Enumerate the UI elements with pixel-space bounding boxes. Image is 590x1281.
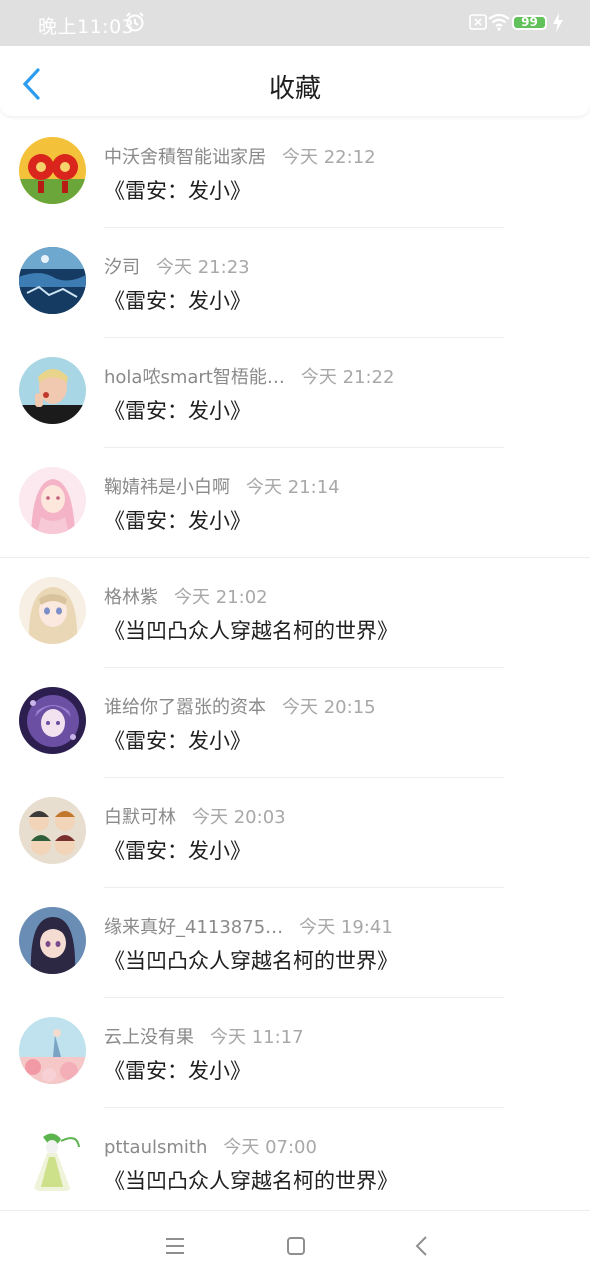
group-anime-avatar bbox=[19, 797, 86, 864]
user-name: 鞠婧祎是小白啊 bbox=[104, 477, 230, 498]
user-name: 云上没有果 bbox=[104, 1027, 194, 1048]
list-item[interactable]: 中沃舍積智能诎家居 今天 22:12 《雷安：发小》 bbox=[0, 118, 590, 228]
user-name: 缘来真好_4113875… bbox=[104, 917, 284, 938]
status-time: 晚上11:03 bbox=[38, 16, 135, 38]
blond-person-avatar bbox=[19, 357, 86, 424]
item-title: 《雷安：发小》 bbox=[104, 509, 251, 533]
list-item[interactable]: 白默可林 今天 20:03 《雷安：发小》 bbox=[0, 778, 590, 888]
user-name: 汐司 bbox=[104, 257, 140, 278]
item-user-name: 格林紫 今天 21:02 bbox=[104, 583, 268, 609]
item-user-name: hola哝smart智梧能… 今天 21:22 bbox=[104, 363, 394, 389]
header: 收藏 bbox=[0, 46, 590, 116]
anime-girl-avatar bbox=[19, 577, 86, 644]
item-time: 今天 22:12 bbox=[282, 147, 376, 168]
user-name: hola哝smart智梧能… bbox=[104, 367, 285, 388]
menu-icon[interactable] bbox=[164, 1236, 186, 1256]
user-name: pttaulsmith bbox=[104, 1137, 208, 1158]
item-title: 《雷安：发小》 bbox=[104, 399, 251, 423]
user-name: 格林紫 bbox=[104, 587, 158, 608]
list-item[interactable]: 缘来真好_4113875… 今天 19:41 《当凹凸众人穿越名柯的世界》 bbox=[0, 888, 590, 998]
item-user-name: 中沃舍積智能诎家居 今天 22:12 bbox=[104, 143, 376, 169]
page-title: 收藏 bbox=[268, 74, 321, 104]
item-title: 《雷安：发小》 bbox=[104, 289, 251, 313]
item-time: 今天 11:17 bbox=[210, 1027, 304, 1048]
list-item[interactable]: hola哝smart智梧能… 今天 21:22 《雷安：发小》 bbox=[0, 338, 590, 448]
home-icon[interactable] bbox=[286, 1236, 306, 1256]
item-user-name: 鞠婧祎是小白啊 今天 21:14 bbox=[104, 473, 340, 499]
dark-hair-anime-avatar bbox=[19, 907, 86, 974]
alarm-icon bbox=[126, 12, 144, 32]
list-item[interactable]: 谁给你了嚣张的资本 今天 20:15 《雷安：发小》 bbox=[0, 668, 590, 778]
item-time: 今天 21:22 bbox=[300, 367, 395, 388]
battery-icon: 99 bbox=[512, 15, 547, 30]
item-user-name: 白默可林 今天 20:03 bbox=[104, 803, 286, 829]
item-time: 今天 20:03 bbox=[192, 807, 286, 828]
user-name: 白默可林 bbox=[104, 807, 176, 828]
red-lanterns-avatar bbox=[19, 137, 86, 204]
status-bar: 晚上11:03 99 bbox=[0, 0, 590, 46]
item-time: 今天 21:02 bbox=[174, 587, 268, 608]
item-title: 《当凹凸众人穿越名柯的世界》 bbox=[104, 619, 398, 643]
item-time: 今天 21:14 bbox=[246, 477, 340, 498]
item-title: 《当凹凸众人穿越名柯的世界》 bbox=[104, 949, 398, 973]
favorites-list: 中沃舍積智能诎家居 今天 22:12 《雷安：发小》 汐司 今天 21:23 《雷安… bbox=[0, 118, 590, 1218]
item-title: 《雷安：发小》 bbox=[104, 179, 251, 203]
item-title: 《当凹凸众人穿越名柯的世界》 bbox=[104, 1169, 398, 1193]
charging-icon bbox=[553, 13, 563, 32]
list-item[interactable]: 云上没有果 今天 11:17 《雷安：发小》 bbox=[0, 998, 590, 1108]
list-item[interactable]: pttaulsmith 今天 07:00 《当凹凸众人穿越名柯的世界》 bbox=[0, 1108, 590, 1218]
battery-level: 99 bbox=[521, 15, 538, 29]
item-time: 今天 21:23 bbox=[156, 257, 250, 278]
gardevoir-avatar bbox=[19, 1127, 86, 1194]
user-name: 中沃舍積智能诎家居 bbox=[104, 147, 266, 168]
list-item[interactable]: 鞠婧祎是小白啊 今天 21:14 《雷安：发小》 bbox=[0, 448, 590, 558]
purple-anime-avatar bbox=[19, 687, 86, 754]
back-icon[interactable] bbox=[413, 1235, 429, 1257]
item-time: 今天 19:41 bbox=[299, 917, 393, 938]
item-user-name: pttaulsmith 今天 07:00 bbox=[104, 1133, 317, 1159]
item-user-name: 汐司 今天 21:23 bbox=[104, 253, 250, 279]
item-time: 今天 07:00 bbox=[223, 1137, 317, 1158]
item-user-name: 谁给你了嚣张的资本 今天 20:15 bbox=[104, 693, 376, 719]
wifi-icon bbox=[488, 13, 510, 31]
item-user-name: 云上没有果 今天 11:17 bbox=[104, 1023, 304, 1049]
ocean-scene-avatar bbox=[19, 247, 86, 314]
item-user-name: 缘来真好_4113875… 今天 19:41 bbox=[104, 913, 393, 939]
item-title: 《雷安：发小》 bbox=[104, 729, 251, 753]
list-item[interactable]: 格林紫 今天 21:02 《当凹凸众人穿越名柯的世界》 bbox=[0, 558, 590, 668]
item-time: 今天 20:15 bbox=[282, 697, 376, 718]
pastel-scene-avatar bbox=[19, 1017, 86, 1084]
system-nav-bar bbox=[0, 1210, 590, 1281]
item-title: 《雷安：发小》 bbox=[104, 839, 251, 863]
item-title: 《雷安：发小》 bbox=[104, 1059, 251, 1083]
no-sim-icon bbox=[469, 14, 487, 30]
user-name: 谁给你了嚣张的资本 bbox=[104, 697, 266, 718]
pink-anime-girl-avatar bbox=[19, 467, 86, 534]
list-item[interactable]: 汐司 今天 21:23 《雷安：发小》 bbox=[0, 228, 590, 338]
